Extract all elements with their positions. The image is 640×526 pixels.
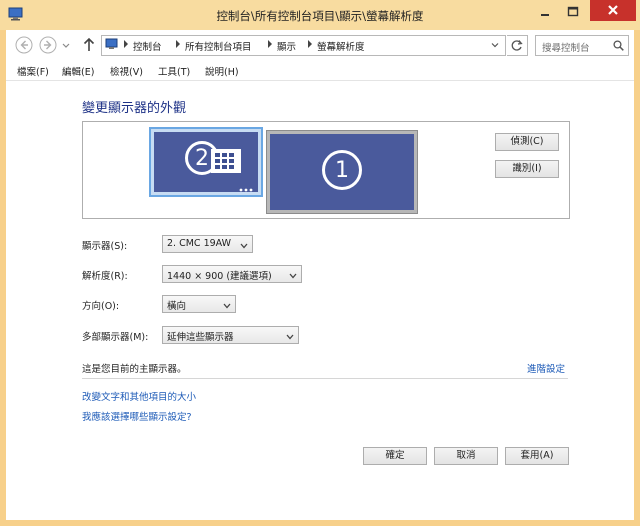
minimize-button[interactable]	[532, 2, 558, 22]
resolution-select-value: 1440 × 900 (建議選項)	[167, 271, 272, 282]
orientation-select-value: 橫向	[167, 301, 187, 312]
up-arrow-icon[interactable]	[82, 36, 96, 54]
control-panel-small-icon	[105, 38, 119, 51]
breadcrumb-screen-resolution[interactable]: 螢幕解析度	[317, 39, 365, 53]
breadcrumb-control-panel[interactable]: 控制台	[133, 39, 162, 53]
monitor-arrangement-panel: 2 1 偵測(C) 識別(I)	[82, 121, 570, 219]
primary-display-text: 這是您目前的主顯示器。	[82, 364, 187, 375]
address-bar[interactable]: 控制台 所有控制台項目 顯示 螢幕解析度	[101, 35, 506, 56]
multiple-displays-label: 多部顯示器(M):	[82, 332, 149, 343]
menu-file[interactable]: 檔案(F)	[17, 64, 49, 78]
title-bar[interactable]: 控制台\所有控制台項目\顯示\螢幕解析度	[0, 0, 640, 30]
breadcrumb-separator-icon	[175, 40, 181, 48]
display-select-value: 2. CMC 19AW	[167, 238, 232, 249]
display-select[interactable]: 2. CMC 19AW	[162, 235, 253, 253]
window-client: 控制台 所有控制台項目 顯示 螢幕解析度 搜尋控制台 檔案(F) 編輯(E) 檢…	[6, 30, 634, 521]
breadcrumb-separator-icon	[267, 40, 273, 48]
resolution-select[interactable]: 1440 × 900 (建議選項)	[162, 265, 302, 283]
menu-help[interactable]: 說明(H)	[205, 64, 239, 78]
menu-view[interactable]: 檢視(V)	[110, 64, 143, 78]
multiple-displays-select-value: 延伸這些顯示器	[167, 332, 234, 343]
window: 控制台\所有控制台項目\顯示\螢幕解析度 控制台 所有控制台項目 顯示 螢幕解析…	[0, 0, 640, 526]
search-box[interactable]: 搜尋控制台	[535, 35, 629, 56]
address-dropdown-chevron-icon[interactable]	[491, 41, 499, 49]
orientation-label: 方向(O):	[82, 301, 120, 312]
close-button[interactable]	[590, 0, 636, 21]
page-title: 變更顯示器的外觀	[82, 101, 187, 116]
menu-tools[interactable]: 工具(T)	[158, 64, 190, 78]
maximize-button[interactable]	[560, 2, 586, 22]
search-icon[interactable]	[613, 40, 624, 51]
multiple-displays-select[interactable]: 延伸這些顯示器	[162, 326, 299, 344]
detect-button[interactable]: 偵測(C)	[495, 133, 559, 151]
chevron-down-icon	[286, 332, 294, 340]
refresh-button[interactable]	[507, 35, 528, 56]
forward-button[interactable]	[39, 36, 57, 54]
content-pane: 變更顯示器的外觀 2 1 偵測(C) 識別(I) 顯示器(S): 2. CMC …	[6, 80, 634, 521]
change-text-size-link[interactable]: 改變文字和其他項目的大小	[82, 389, 196, 403]
breadcrumb-all-items[interactable]: 所有控制台項目	[185, 39, 252, 53]
monitor-2[interactable]: 2	[149, 127, 263, 197]
cancel-button[interactable]: 取消	[434, 447, 498, 465]
orientation-select[interactable]: 橫向	[162, 295, 236, 313]
monitor-1[interactable]: 1	[266, 130, 418, 214]
breadcrumb-separator-icon	[307, 40, 313, 48]
search-input[interactable]: 搜尋控制台	[542, 40, 590, 54]
display-label: 顯示器(S):	[82, 241, 128, 252]
monitor-1-number: 1	[322, 150, 362, 190]
recent-locations-chevron-icon[interactable]	[61, 36, 71, 54]
back-button[interactable]	[15, 36, 33, 54]
divider	[82, 378, 568, 379]
menu-edit[interactable]: 編輯(E)	[62, 64, 94, 78]
breadcrumb-separator-icon	[123, 40, 129, 48]
chevron-down-icon	[240, 241, 248, 249]
chevron-down-icon	[289, 271, 297, 279]
taskbar-dots-icon	[239, 184, 255, 192]
resolution-label: 解析度(R):	[82, 271, 128, 282]
ok-button[interactable]: 確定	[363, 447, 427, 465]
desktop-grid-icon	[211, 149, 241, 175]
chevron-down-icon	[223, 301, 231, 309]
which-display-settings-link[interactable]: 我應該選擇哪些顯示設定?	[82, 409, 192, 423]
navigation-bar: 控制台 所有控制台項目 顯示 螢幕解析度 搜尋控制台	[6, 30, 634, 60]
window-bottom-border	[0, 520, 640, 526]
menu-bar: 檔案(F) 編輯(E) 檢視(V) 工具(T) 說明(H)	[6, 62, 634, 78]
breadcrumb-display[interactable]: 顯示	[277, 39, 296, 53]
apply-button[interactable]: 套用(A)	[505, 447, 569, 465]
advanced-settings-link[interactable]: 進階設定	[527, 361, 565, 375]
identify-button[interactable]: 識別(I)	[495, 160, 559, 178]
